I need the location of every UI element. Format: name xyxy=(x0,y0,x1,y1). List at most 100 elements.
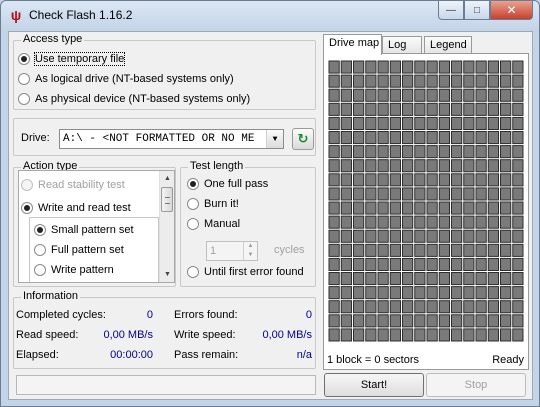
radio-icon[interactable] xyxy=(187,178,199,190)
radio-burn-it[interactable]: Burn it! xyxy=(187,198,239,210)
minimize-button[interactable]: — xyxy=(438,1,464,20)
drive-map-block xyxy=(451,74,463,88)
radio-icon[interactable] xyxy=(187,266,199,278)
radio-write-pattern[interactable]: Write pattern xyxy=(34,264,114,276)
chevron-down-icon[interactable]: ▼ xyxy=(266,130,283,148)
drive-map-block xyxy=(328,314,340,328)
action-type-group: Action type Read stability test Write an… xyxy=(13,160,176,287)
radio-icon[interactable] xyxy=(18,93,30,105)
title-bar[interactable]: ψ Check Flash 1.16.2 — □ ✕ xyxy=(1,1,539,31)
drive-map-block xyxy=(463,88,475,102)
tab-drive-map[interactable]: Drive map xyxy=(323,34,382,55)
radio-label[interactable]: Use temporary file xyxy=(33,52,126,66)
radio-label[interactable]: Manual xyxy=(204,218,240,230)
drive-map-block xyxy=(451,215,463,229)
radio-label[interactable]: Small pattern set xyxy=(51,224,134,236)
drive-map-block xyxy=(389,215,401,229)
drive-map-block xyxy=(438,173,450,187)
pass-remain-value: n/a xyxy=(296,349,312,361)
drive-map-block xyxy=(475,229,487,243)
drive-map-block xyxy=(328,159,340,173)
drive-map-block xyxy=(451,257,463,271)
radio-icon[interactable] xyxy=(34,244,46,256)
tab-log[interactable]: Log xyxy=(382,36,422,54)
drive-map-block xyxy=(328,201,340,215)
drive-map-block xyxy=(463,159,475,173)
drive-map-block xyxy=(475,314,487,328)
radio-label[interactable]: Full pattern set xyxy=(51,244,124,256)
drive-map-block xyxy=(500,74,512,88)
drive-map-block xyxy=(475,201,487,215)
radio-one-full-pass[interactable]: One full pass xyxy=(187,178,268,190)
elapsed-value: 00:00:00 xyxy=(110,349,153,361)
radio-label[interactable]: Write and read test xyxy=(38,202,131,214)
drive-select-value: A:\ - <NOT FORMATTED OR NO ME xyxy=(63,133,255,145)
drive-map-block xyxy=(487,286,499,300)
tab-legend[interactable]: Legend xyxy=(424,36,472,54)
drive-map-block xyxy=(340,257,352,271)
drive-map-block xyxy=(463,145,475,159)
scroll-thumb[interactable] xyxy=(161,187,173,212)
usb-icon: ψ xyxy=(10,7,22,23)
read-speed-label: Read speed: xyxy=(16,329,79,341)
drive-map-block xyxy=(365,159,377,173)
radio-write-and-read-test[interactable]: Write and read test xyxy=(21,202,131,214)
drive-map-block xyxy=(353,88,365,102)
radio-label[interactable]: Burn it! xyxy=(204,198,239,210)
maximize-button[interactable]: □ xyxy=(464,1,490,20)
radio-use-temporary-file[interactable]: Use temporary file xyxy=(18,52,126,66)
radio-label[interactable]: As logical drive (NT-based systems only) xyxy=(35,73,234,85)
drive-map-block xyxy=(389,159,401,173)
start-button[interactable]: Start! xyxy=(324,373,424,397)
action-type-scrollbar[interactable]: ▲ ▼ xyxy=(159,171,174,282)
radio-icon[interactable] xyxy=(18,73,30,85)
scroll-down-icon[interactable]: ▼ xyxy=(160,267,174,282)
drive-label: Drive: xyxy=(21,132,50,144)
refresh-button[interactable]: ↻ xyxy=(292,128,314,150)
drive-map-block xyxy=(500,328,512,342)
radio-full-pattern-set[interactable]: Full pattern set xyxy=(34,244,124,256)
radio-until-first-error[interactable]: Until first error found xyxy=(187,266,304,278)
drive-map-block xyxy=(438,314,450,328)
radio-small-pattern-set[interactable]: Small pattern set xyxy=(34,224,134,236)
drive-map-block xyxy=(512,201,524,215)
drive-map-block xyxy=(414,74,426,88)
drive-map-block xyxy=(487,116,499,131)
drive-map-block xyxy=(512,272,524,286)
drive-map-block xyxy=(487,257,499,271)
drive-map-block xyxy=(340,328,352,342)
drive-map-block xyxy=(377,116,389,131)
radio-icon[interactable] xyxy=(18,53,30,65)
drive-map-block xyxy=(340,131,352,145)
drive-map-block xyxy=(426,201,438,215)
radio-icon[interactable] xyxy=(21,202,33,214)
drive-map-block xyxy=(414,215,426,229)
radio-manual[interactable]: Manual xyxy=(187,218,240,230)
drive-map-block xyxy=(500,102,512,116)
stop-button[interactable]: Stop xyxy=(426,373,526,397)
radio-label[interactable]: One full pass xyxy=(204,178,268,190)
drive-map-block xyxy=(353,173,365,187)
drive-select[interactable]: A:\ - <NOT FORMATTED OR NO ME ▼ xyxy=(59,129,284,149)
drive-map-block xyxy=(451,300,463,314)
close-button[interactable]: ✕ xyxy=(490,1,533,20)
radio-label[interactable]: As physical device (NT-based systems onl… xyxy=(35,93,250,105)
drive-map-block xyxy=(389,116,401,131)
radio-icon[interactable] xyxy=(187,218,199,230)
drive-map-block xyxy=(500,60,512,74)
drive-map-block xyxy=(475,173,487,187)
radio-label[interactable]: Until first error found xyxy=(204,266,304,278)
radio-as-physical-device[interactable]: As physical device (NT-based systems onl… xyxy=(18,93,250,105)
scroll-up-icon[interactable]: ▲ xyxy=(160,171,174,186)
drive-map-block xyxy=(500,257,512,271)
test-length-legend: Test length xyxy=(188,160,246,172)
radio-icon[interactable] xyxy=(34,264,46,276)
drive-map-block xyxy=(451,328,463,342)
drive-map-block xyxy=(402,243,414,257)
radio-icon[interactable] xyxy=(34,224,46,236)
drive-map-block xyxy=(487,60,499,74)
radio-label[interactable]: Write pattern xyxy=(51,264,114,276)
radio-icon[interactable] xyxy=(187,198,199,210)
radio-as-logical-drive[interactable]: As logical drive (NT-based systems only) xyxy=(18,73,234,85)
drive-map-block xyxy=(377,328,389,342)
